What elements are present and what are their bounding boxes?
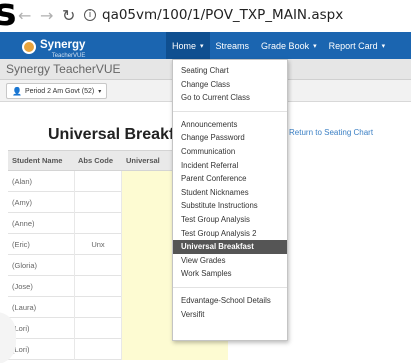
nav-item-home[interactable]: Home ▾ xyxy=(166,32,210,59)
student-name-cell[interactable]: (Lori) xyxy=(8,339,74,360)
reload-icon[interactable]: ↻ xyxy=(62,6,75,25)
menu-divider xyxy=(173,286,287,288)
logo-text-group: Synergy TeacherVUE xyxy=(40,35,85,59)
corner-mark: s xyxy=(0,0,17,34)
caret-down-icon: ▾ xyxy=(200,42,204,50)
abs-code-cell[interactable] xyxy=(74,254,122,276)
period-dropdown[interactable]: 👤 Period 2 Am Govt (52) ▾ xyxy=(6,83,108,99)
menu-item-substitute-instructions[interactable]: Substitute Instructions xyxy=(173,199,287,213)
app-navbar: Synergy TeacherVUE Home ▾ Streams Grade … xyxy=(0,32,411,59)
student-name-cell[interactable]: (Jose) xyxy=(8,276,74,297)
column-header-student-name[interactable]: Student Name xyxy=(8,156,74,165)
nav-item-streams[interactable]: Streams xyxy=(210,32,256,59)
nav-item-label: Streams xyxy=(215,40,250,51)
info-icon[interactable]: i xyxy=(84,9,96,21)
student-name-cell[interactable]: (Anne) xyxy=(8,213,74,234)
student-name-cell[interactable]: (Alan) xyxy=(8,171,74,192)
abs-code-cell[interactable] xyxy=(74,296,122,318)
menu-item-communication[interactable]: Communication xyxy=(173,145,287,159)
abs-code-cell[interactable] xyxy=(74,191,122,213)
menu-item-seating-chart[interactable]: Seating Chart xyxy=(173,64,287,78)
menu-item-announcements[interactable]: Announcements xyxy=(173,118,287,132)
synergy-logo[interactable]: Synergy TeacherVUE xyxy=(22,35,85,59)
menu-item-versifit[interactable]: Versifit xyxy=(173,308,287,322)
abs-code-cell[interactable] xyxy=(74,338,122,360)
forward-arrow-icon[interactable]: → xyxy=(40,6,53,25)
synergy-logo-icon xyxy=(22,40,36,54)
back-arrow-icon[interactable]: ← xyxy=(18,6,31,25)
column-header-abs-code[interactable]: Abs Code xyxy=(74,156,122,165)
nav-item-grade-book[interactable]: Grade Book ▾ xyxy=(255,32,323,59)
caret-down-icon: ▾ xyxy=(381,42,386,50)
menu-item-change-password[interactable]: Change Password xyxy=(173,131,287,145)
url-text: qa05vm/100/1/POV_TXP_MAIN.aspx xyxy=(102,7,344,23)
person-icon: 👤 xyxy=(12,86,22,96)
menu-divider xyxy=(173,110,287,112)
menu-item-edvantage-school-details[interactable]: Edvantage-School Details xyxy=(173,294,287,308)
return-to-seating-chart-link[interactable]: Return to Seating Chart xyxy=(289,128,373,137)
logo-text: Synergy xyxy=(40,39,86,51)
address-bar[interactable]: i qa05vm/100/1/POV_TXP_MAIN.aspx xyxy=(84,4,411,26)
student-name-cell[interactable]: (Amy) xyxy=(8,192,74,213)
menu-item-universal-breakfast[interactable]: Universal Breakfast xyxy=(173,240,287,254)
menu-item-test-group-analysis-2[interactable]: Test Group Analysis 2 xyxy=(173,227,287,241)
student-name-cell[interactable]: (Eric) xyxy=(8,234,74,255)
nav-item-label: Grade Book xyxy=(261,40,310,51)
menu-item-student-nicknames[interactable]: Student Nicknames xyxy=(173,186,287,200)
nav-item-report-card[interactable]: Report Card ▾ xyxy=(323,32,392,59)
menu-item-test-group-analysis[interactable]: Test Group Analysis xyxy=(173,213,287,227)
abs-code-cell[interactable] xyxy=(74,212,122,234)
nav-item-label: Report Card xyxy=(328,40,378,51)
nav-item-label: Home xyxy=(172,40,197,51)
nav-menu: Home ▾ Streams Grade Book ▾ Report Card … xyxy=(166,32,391,59)
home-dropdown-menu: Seating Chart Change Class Go to Current C… xyxy=(172,59,288,341)
menu-item-parent-conference[interactable]: Parent Conference xyxy=(173,172,287,186)
browser-toolbar: s ← → ↻ i qa05vm/100/1/POV_TXP_MAIN.aspx xyxy=(0,0,411,34)
universal-cell[interactable] xyxy=(122,338,228,360)
menu-item-incident-referral[interactable]: Incident Referral xyxy=(173,159,287,173)
abs-code-cell[interactable] xyxy=(74,275,122,297)
app-title: Synergy TeacherVUE xyxy=(6,62,121,76)
caret-down-icon: ▾ xyxy=(313,42,317,50)
menu-item-work-samples[interactable]: Work Samples xyxy=(173,267,287,281)
table-row[interactable]: (Lori) xyxy=(8,338,228,360)
abs-code-cell[interactable] xyxy=(74,170,122,192)
abs-code-cell[interactable] xyxy=(74,317,122,339)
student-name-cell[interactable]: (Gloria) xyxy=(8,255,74,276)
caret-down-icon: ▾ xyxy=(98,88,102,95)
student-name-cell[interactable]: (Lori) xyxy=(8,318,74,339)
menu-item-view-grades[interactable]: View Grades xyxy=(173,254,287,268)
menu-item-change-class[interactable]: Change Class xyxy=(173,78,287,92)
student-name-cell[interactable]: (Laura) xyxy=(8,297,74,318)
menu-item-go-to-current-class[interactable]: Go to Current Class xyxy=(173,91,287,105)
period-label: Period 2 Am Govt (52) xyxy=(24,87,95,95)
abs-code-cell[interactable]: Unx xyxy=(74,233,122,255)
